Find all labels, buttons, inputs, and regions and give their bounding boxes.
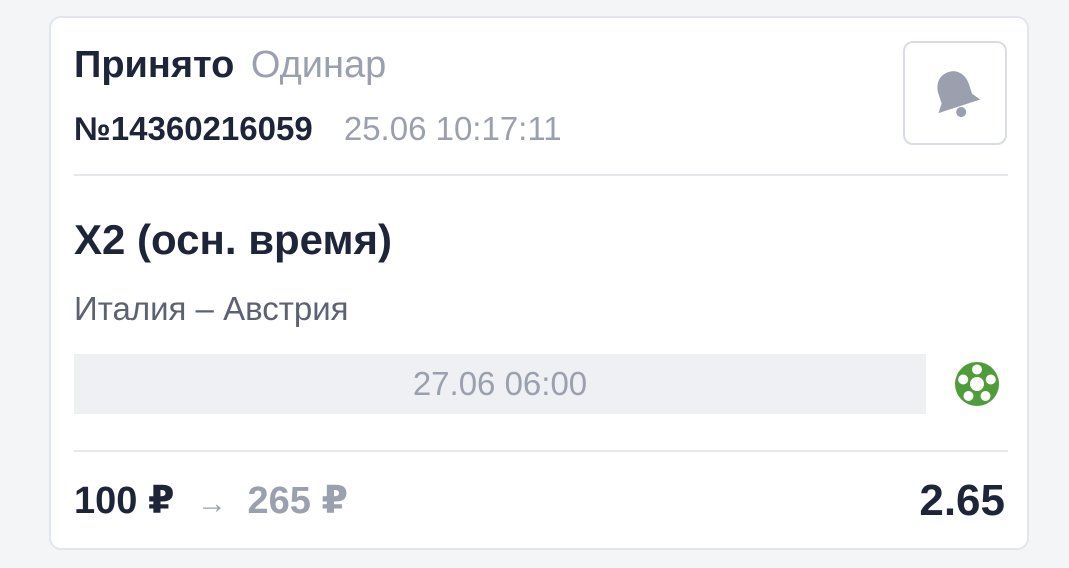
event-teams: Италия – Австрия	[74, 290, 349, 327]
bell-icon	[937, 71, 981, 118]
bet-odds: 2.65	[919, 476, 1005, 525]
stake-summary: 100 ₽ → 265 ₽	[74, 478, 348, 527]
bet-header: Принято Одинар	[74, 42, 386, 88]
event-date: 27.06 06:00	[74, 354, 926, 414]
bet-outcome: X2 (осн. время)	[74, 216, 393, 263]
stake-amount: 100 ₽	[74, 480, 175, 522]
bet-card: Принято Одинар №14360216059 25.06 10:17:…	[49, 16, 1029, 550]
divider	[74, 450, 1008, 452]
bet-meta: №14360216059 25.06 10:17:11	[74, 109, 562, 149]
arrow-right-icon: →	[196, 487, 227, 520]
bet-number: №14360216059	[74, 110, 313, 147]
bet-datetime: 25.06 10:17:11	[343, 110, 562, 147]
bet-type: Одинар	[250, 44, 387, 86]
football-icon	[955, 362, 999, 406]
potential-win: 265 ₽	[247, 480, 348, 522]
divider	[74, 174, 1008, 176]
notification-button[interactable]	[903, 41, 1007, 145]
bet-status: Принято	[74, 44, 235, 86]
